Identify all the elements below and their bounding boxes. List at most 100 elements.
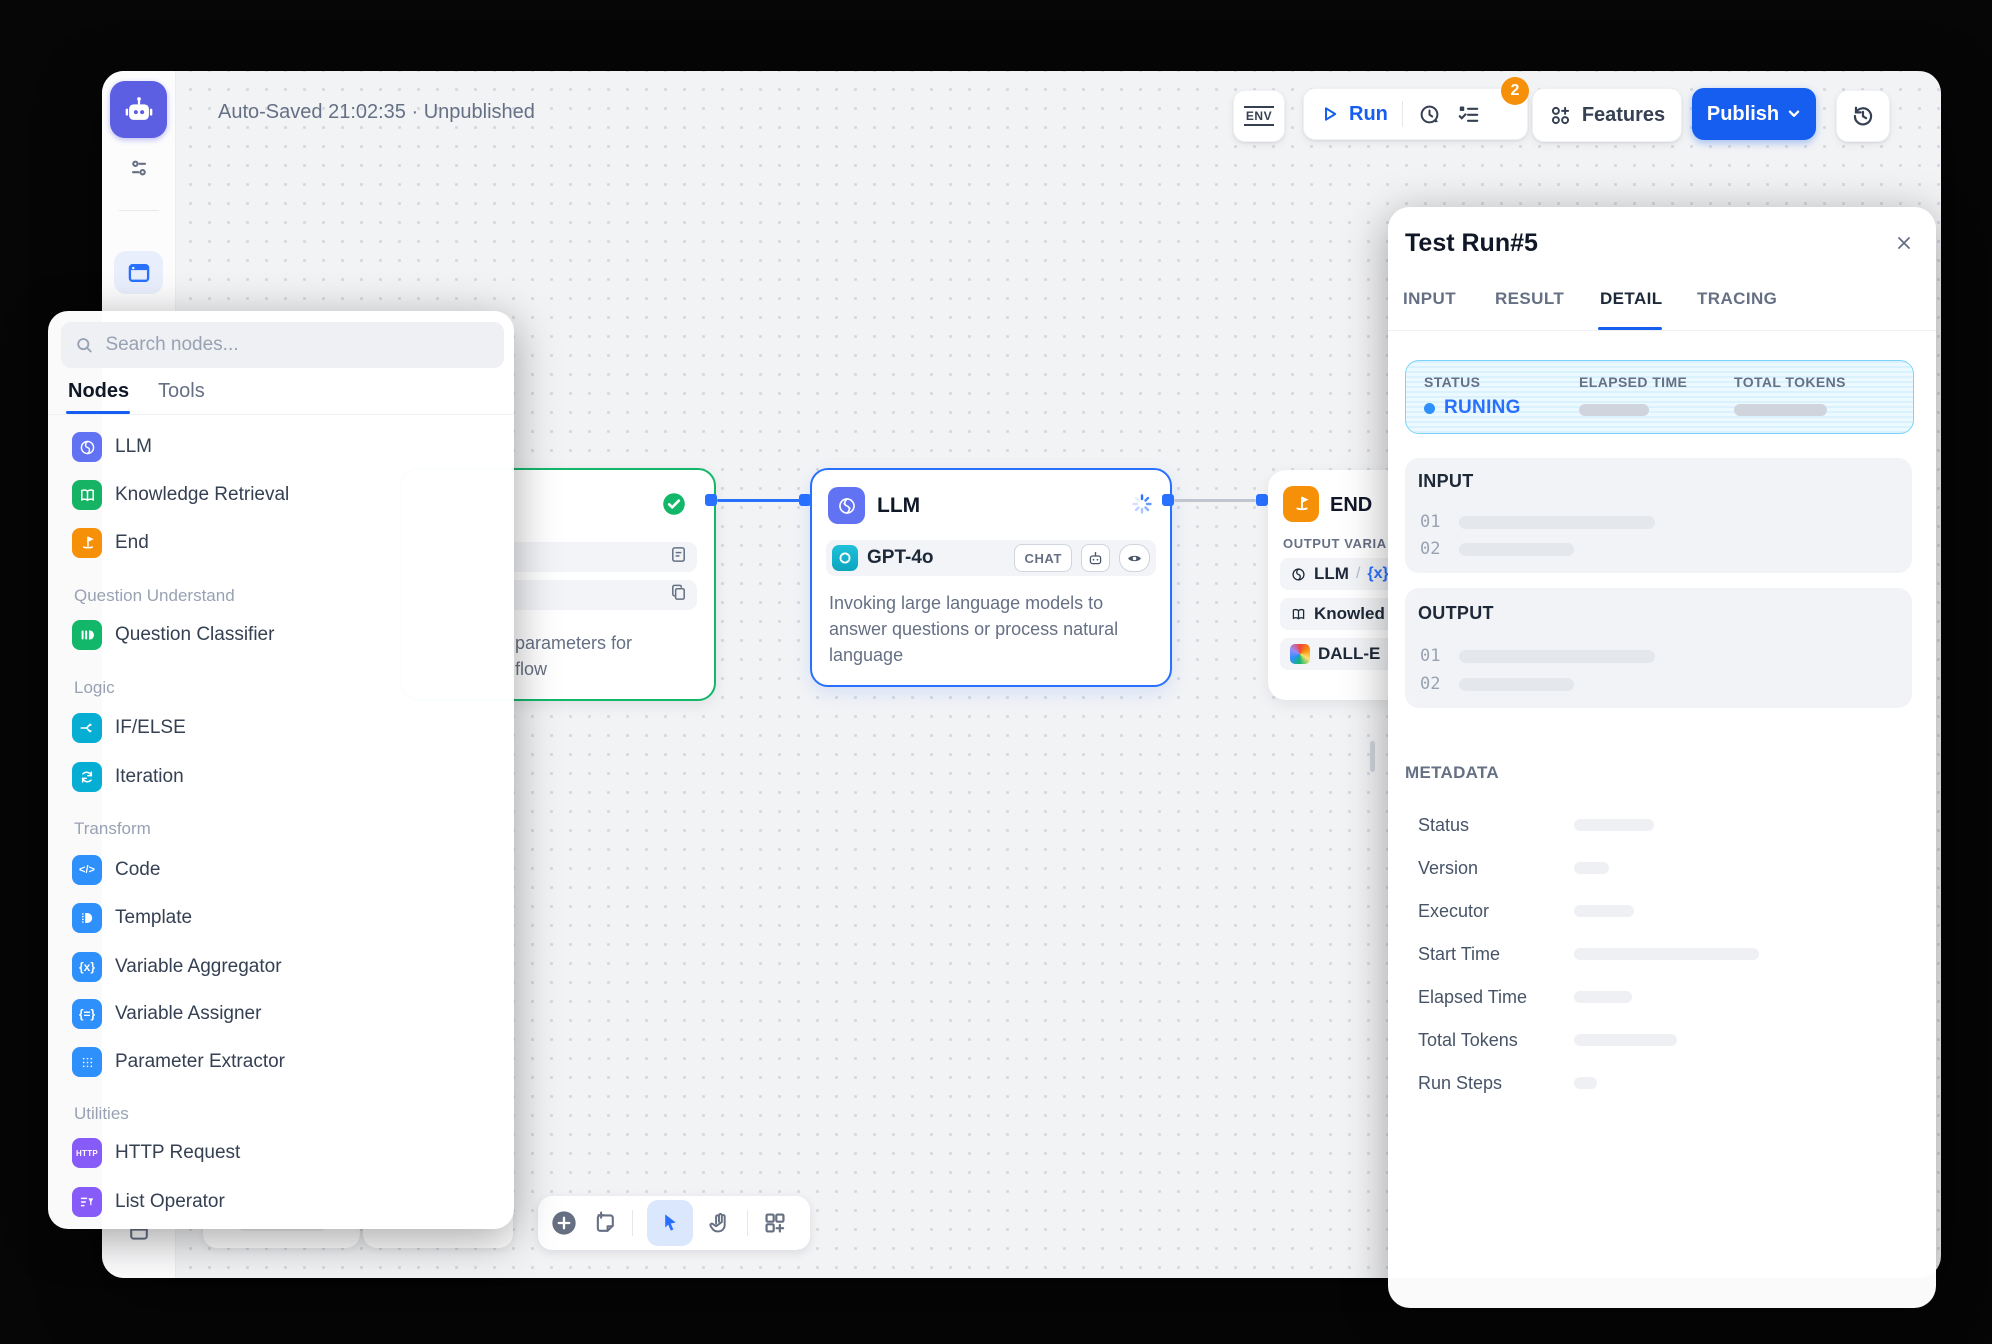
robot-icon: [122, 93, 156, 127]
workflow-panel-button[interactable]: [114, 251, 163, 294]
parameter-extractor-icon: [72, 1047, 102, 1077]
node-item-iteration[interactable]: Iteration: [72, 753, 492, 801]
node-item-code[interactable]: </> Code: [72, 846, 492, 894]
node-item-llm[interactable]: LLM: [72, 423, 492, 471]
env-button[interactable]: ENV: [1233, 90, 1285, 142]
llm-node-output-port[interactable]: [1162, 494, 1174, 506]
features-icon: [1549, 104, 1572, 127]
section-transform: Transform: [74, 819, 151, 839]
test-run-panel: Test Run#5 INPUT RESULT DETAIL TRACING S…: [1388, 207, 1936, 1308]
question-classifier-icon: [72, 620, 102, 650]
variable-aggregator-icon: {x}: [72, 952, 102, 982]
publish-button[interactable]: Publish: [1692, 88, 1816, 140]
if-else-icon: [72, 713, 102, 743]
input-row-placeholder: [1459, 543, 1574, 556]
meta-executor-placeholder: [1574, 905, 1634, 917]
tab-input[interactable]: INPUT: [1403, 289, 1456, 309]
chevron-down-icon: [1787, 107, 1801, 121]
llm-node-icon: [828, 487, 865, 524]
total-tokens-placeholder: [1734, 404, 1827, 416]
meta-version-label: Version: [1418, 858, 1478, 879]
panel-resize-handle[interactable]: [1370, 741, 1375, 772]
panel-hairline: [1388, 330, 1936, 331]
start-node-description: parameters for flow: [515, 630, 632, 682]
output-row-placeholder: [1459, 650, 1655, 663]
section-question-understand: Question Understand: [74, 586, 235, 606]
meta-total-tokens-placeholder: [1574, 1034, 1677, 1046]
tab-result[interactable]: RESULT: [1495, 289, 1564, 309]
edge-start-to-llm: [717, 499, 805, 502]
app-logo[interactable]: [110, 81, 167, 138]
tab-detail[interactable]: DETAIL: [1600, 289, 1663, 309]
chat-mode-badge: CHAT: [1014, 544, 1072, 572]
meta-start-time-label: Start Time: [1418, 944, 1500, 965]
run-group: Run: [1303, 88, 1528, 140]
node-item-http-request[interactable]: HTTP HTTP Request: [72, 1129, 492, 1177]
knowledge-retrieval-icon: [72, 480, 102, 510]
workflow-app: Auto-Saved 21:02:35 · Unpublished parame…: [0, 0, 1992, 1344]
list-operator-icon: [72, 1187, 102, 1217]
iteration-icon: [72, 762, 102, 792]
features-button[interactable]: Features: [1532, 88, 1682, 142]
add-note-button[interactable]: [592, 1210, 618, 1236]
tab-nodes[interactable]: Nodes: [68, 380, 129, 403]
add-node-button[interactable]: [550, 1209, 578, 1237]
checklist-button[interactable]: [1456, 102, 1481, 127]
llm-model-row[interactable]: GPT-4o CHAT: [826, 540, 1156, 576]
run-button[interactable]: Run: [1320, 103, 1388, 126]
llm-node-title: LLM: [877, 494, 920, 518]
run-history-button[interactable]: [1417, 102, 1442, 127]
status-value: RUNING: [1424, 397, 1521, 419]
meta-elapsed-time-placeholder: [1574, 991, 1632, 1003]
close-button[interactable]: [1894, 233, 1914, 258]
node-item-template[interactable]: Template: [72, 894, 492, 942]
node-item-knowledge-retrieval[interactable]: Knowledge Retrieval: [72, 471, 492, 519]
total-tokens-label: TOTAL TOKENS: [1734, 374, 1846, 390]
node-item-list-operator[interactable]: List Operator: [72, 1178, 492, 1226]
input-row-number: 02: [1420, 539, 1440, 559]
sidebar-divider: [119, 210, 159, 211]
section-logic: Logic: [74, 678, 115, 698]
node-item-variable-assigner[interactable]: {=} Variable Assigner: [72, 990, 492, 1038]
llm-model-name: GPT-4o: [867, 547, 934, 569]
success-check-icon: [662, 492, 686, 521]
meta-elapsed-time-label: Elapsed Time: [1418, 987, 1527, 1008]
document-icon: [669, 545, 688, 569]
preferences-button[interactable]: [126, 155, 152, 181]
elapsed-time-label: ELAPSED TIME: [1579, 374, 1687, 390]
end-node-input-port[interactable]: [1256, 494, 1268, 506]
meta-version-placeholder: [1574, 862, 1609, 874]
http-request-icon: HTTP: [72, 1138, 102, 1168]
eye-badge-icon[interactable]: [1119, 544, 1150, 572]
input-title: INPUT: [1418, 471, 1474, 492]
pointer-mode-button[interactable]: [647, 1200, 693, 1246]
llm-node[interactable]: LLM GPT-4o CHAT: [810, 468, 1172, 687]
node-item-question-classifier[interactable]: Question Classifier: [72, 611, 492, 659]
output-card: OUTPUT 01 02: [1405, 588, 1912, 708]
status-label: STATUS: [1424, 374, 1480, 390]
metadata-title: METADATA: [1405, 763, 1499, 783]
autosave-status: Auto-Saved 21:02:35 · Unpublished: [218, 101, 535, 124]
dalle-icon: [1290, 644, 1310, 664]
sliders-icon: [127, 156, 151, 180]
code-icon: </>: [72, 855, 102, 885]
node-item-parameter-extractor[interactable]: Parameter Extractor: [72, 1038, 492, 1086]
tab-tracing[interactable]: TRACING: [1697, 289, 1777, 309]
node-item-variable-aggregator[interactable]: {x} Variable Aggregator: [72, 943, 492, 991]
template-icon: [72, 903, 102, 933]
node-item-if-else[interactable]: IF/ELSE: [72, 704, 492, 752]
panel-hairline: [48, 414, 514, 415]
start-node-output-port[interactable]: [705, 494, 717, 506]
tab-tools[interactable]: Tools: [158, 380, 205, 403]
hand-mode-button[interactable]: [707, 1210, 733, 1236]
organize-nodes-button[interactable]: [762, 1210, 788, 1236]
search-input[interactable]: [103, 333, 490, 357]
end-node-title: END: [1330, 494, 1372, 517]
meta-total-tokens-label: Total Tokens: [1418, 1030, 1518, 1051]
node-item-end[interactable]: End: [72, 519, 492, 567]
llm-node-description: Invoking large language models to answer…: [829, 590, 1155, 668]
meta-run-steps-label: Run Steps: [1418, 1073, 1502, 1094]
openai-logo-icon: [832, 545, 858, 571]
version-history-button[interactable]: [1836, 90, 1890, 142]
search-box[interactable]: [61, 322, 504, 368]
